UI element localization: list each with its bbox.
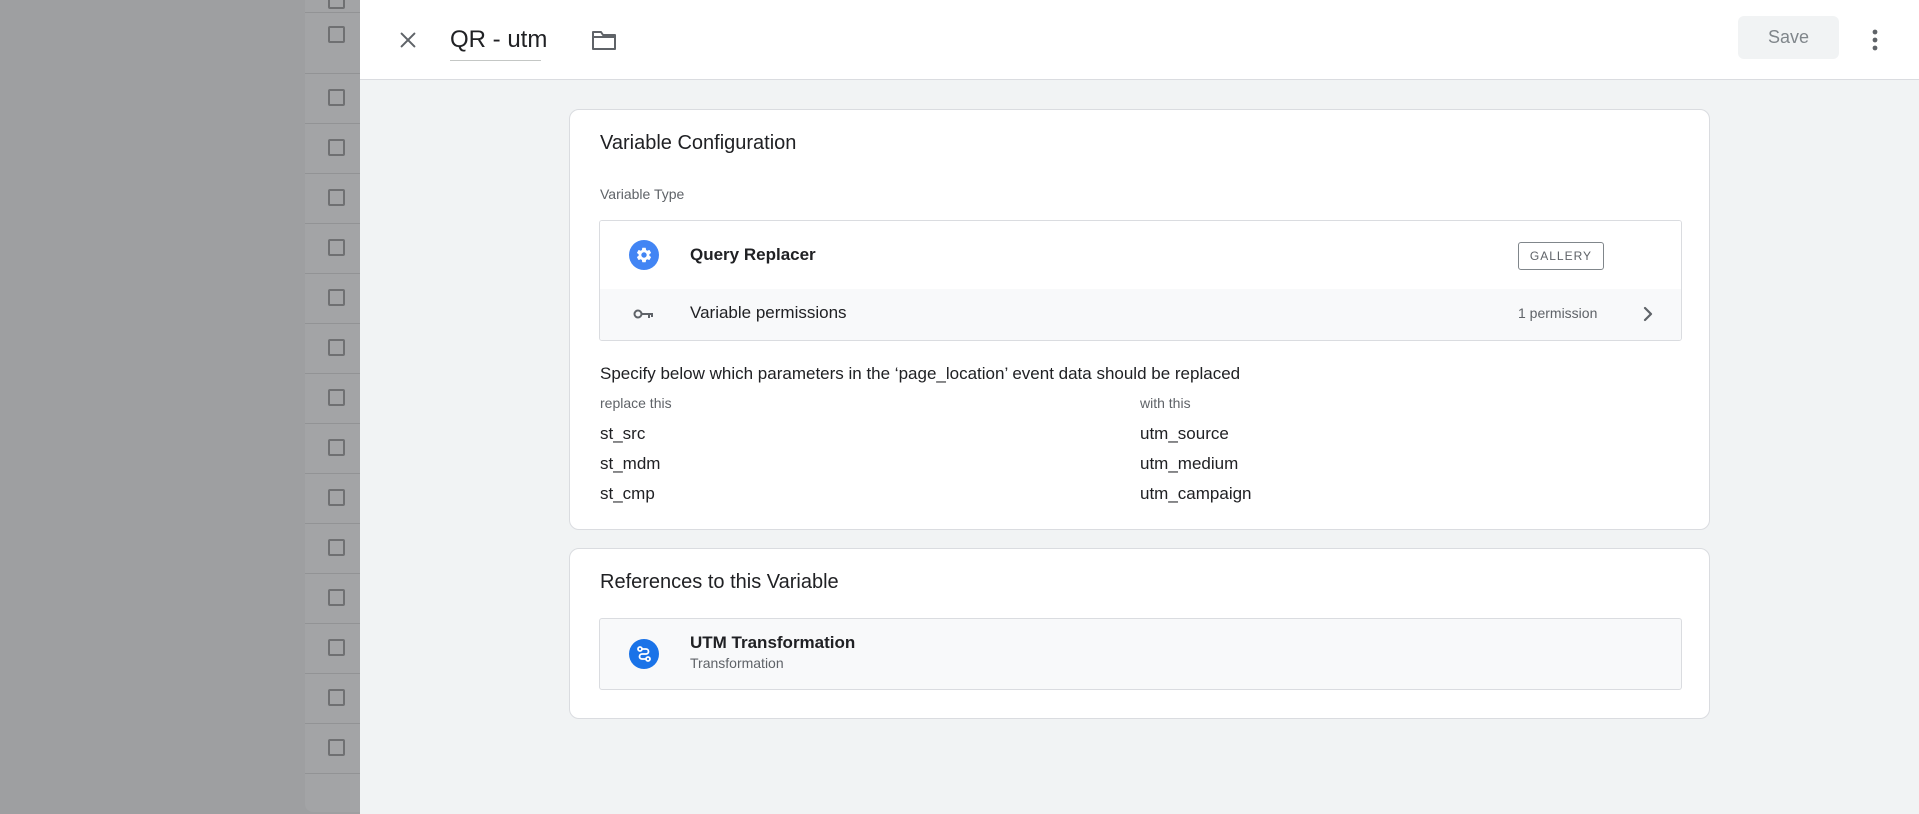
close-button[interactable] — [390, 22, 426, 58]
key-icon — [633, 309, 653, 319]
bg-checkbox — [328, 26, 345, 43]
bg-checkbox — [328, 389, 345, 406]
replace-cell: st_cmp — [600, 484, 655, 503]
bg-checkbox — [328, 489, 345, 506]
column-header-with: with this — [1140, 395, 1191, 411]
save-button[interactable]: Save — [1738, 16, 1839, 59]
bg-checkbox — [328, 339, 345, 356]
gear-icon — [636, 247, 652, 263]
panel-header: QR - utm Save — [360, 0, 1919, 80]
with-cell: utm_campaign — [1140, 484, 1252, 503]
type-icon-badge — [629, 240, 659, 270]
references-title: References to this Variable — [600, 571, 839, 593]
column-header-replace: replace this — [600, 395, 672, 411]
variable-type-box: Query Replacer GALLERY Variable permissi… — [599, 220, 1682, 341]
variable-type-row[interactable]: Query Replacer GALLERY — [600, 221, 1681, 290]
replace-cell: st_mdm — [600, 454, 661, 473]
variable-name-field[interactable]: QR - utm — [450, 20, 547, 61]
chevron-right-icon — [1643, 306, 1653, 322]
variable-type-name: Query Replacer — [690, 245, 816, 264]
more-options-button[interactable] — [1857, 22, 1893, 58]
bg-checkbox — [328, 539, 345, 556]
bg-checkbox — [328, 139, 345, 156]
bg-checkbox — [328, 89, 345, 106]
reference-item[interactable]: UTM Transformation Transformation — [599, 618, 1682, 690]
folder-button[interactable] — [588, 24, 620, 56]
permissions-chevron — [1636, 302, 1660, 326]
card-title: Variable Configuration — [600, 132, 797, 154]
close-icon — [400, 32, 416, 48]
transformation-icon — [637, 646, 651, 662]
bg-checkbox — [328, 439, 345, 456]
bg-checkbox — [328, 589, 345, 606]
bg-checkbox — [328, 189, 345, 206]
bg-checkbox — [328, 0, 345, 9]
folder-icon — [592, 31, 616, 50]
reference-type: Transformation — [690, 655, 784, 671]
replacement-description: Specify below which parameters in the ‘p… — [600, 364, 1241, 383]
variable-configuration-card: Variable Configuration Variable Type Que… — [569, 109, 1710, 530]
variable-type-label: Variable Type — [600, 186, 685, 202]
reference-icon-badge — [629, 639, 659, 669]
reference-name: UTM Transformation — [690, 633, 856, 652]
with-cell: utm_source — [1140, 424, 1229, 443]
variable-permissions-row[interactable]: Variable permissions 1 permission — [600, 289, 1681, 340]
more-vert-icon — [1872, 29, 1878, 51]
replace-cell: st_src — [600, 424, 646, 443]
gallery-badge: GALLERY — [1518, 242, 1604, 270]
permissions-label: Variable permissions — [690, 303, 847, 322]
variable-editor-panel: QR - utm Save Variable Configuration Var… — [360, 0, 1919, 814]
variable-name[interactable]: QR - utm — [450, 26, 547, 53]
bg-checkbox — [328, 239, 345, 256]
with-cell: utm_medium — [1140, 454, 1239, 473]
bg-checkbox — [328, 689, 345, 706]
permissions-icon-wrap — [629, 299, 659, 329]
bg-checkbox — [328, 639, 345, 656]
references-card: References to this Variable UTM Transfor… — [569, 548, 1710, 719]
bg-checkbox — [328, 289, 345, 306]
bg-checkbox — [328, 739, 345, 756]
permissions-count: 1 permission — [1518, 305, 1598, 321]
